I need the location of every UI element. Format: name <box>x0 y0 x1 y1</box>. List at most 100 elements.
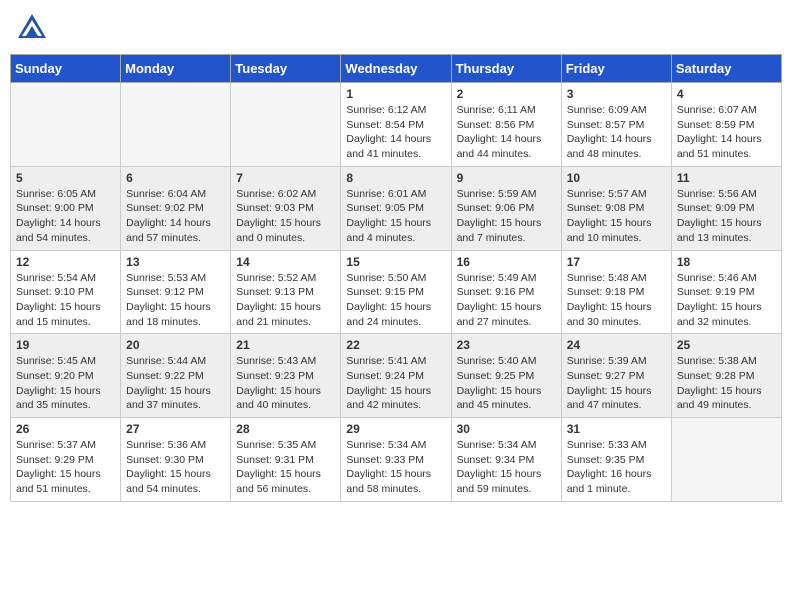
calendar-cell: 3 Sunrise: 6:09 AM Sunset: 8:57 PM Daylig… <box>561 83 671 167</box>
calendar-cell: 17 Sunrise: 5:48 AM Sunset: 9:18 PM Dayli… <box>561 250 671 334</box>
day-info: Sunrise: 5:52 AM Sunset: 9:13 PM Dayligh… <box>236 271 335 330</box>
day-number: 3 <box>567 87 666 101</box>
day-info: Sunrise: 5:33 AM Sunset: 9:35 PM Dayligh… <box>567 438 666 497</box>
calendar-cell: 6Sunrise: 6:04 AM Sunset: 9:02 PM Daylig… <box>121 166 231 250</box>
day-number: 18 <box>677 255 776 269</box>
column-header-thursday: Thursday <box>451 55 561 83</box>
day-number: 21 <box>236 338 335 352</box>
calendar-week-row: 26 Sunrise: 5:37 AM Sunset: 9:29 PM Dayli… <box>11 418 782 502</box>
day-number: 19 <box>16 338 115 352</box>
logo-icon <box>14 10 50 46</box>
calendar-cell: 4 Sunrise: 6:07 AM Sunset: 8:59 PM Daylig… <box>671 83 781 167</box>
day-info: Sunrise: 5:59 AM Sunset: 9:06 PM Dayligh… <box>457 187 556 246</box>
day-number: 10 <box>567 171 666 185</box>
day-info: Sunrise: 6:07 AM Sunset: 8:59 PM Dayligh… <box>677 103 776 162</box>
calendar-week-row: 12 Sunrise: 5:54 AM Sunset: 9:10 PM Dayli… <box>11 250 782 334</box>
calendar-cell: 27 Sunrise: 5:36 AM Sunset: 9:30 PM Dayli… <box>121 418 231 502</box>
day-info: Sunrise: 5:57 AM Sunset: 9:08 PM Dayligh… <box>567 187 666 246</box>
day-info: Sunrise: 5:34 AM Sunset: 9:34 PM Dayligh… <box>457 438 556 497</box>
day-info: Sunrise: 5:48 AM Sunset: 9:18 PM Dayligh… <box>567 271 666 330</box>
calendar-cell: 5Sunrise: 6:05 AM Sunset: 9:00 PM Daylig… <box>11 166 121 250</box>
day-number: 31 <box>567 422 666 436</box>
day-info: Sunrise: 6:09 AM Sunset: 8:57 PM Dayligh… <box>567 103 666 162</box>
calendar-week-row: 19 Sunrise: 5:45 AM Sunset: 9:20 PM Dayli… <box>11 334 782 418</box>
day-number: 16 <box>457 255 556 269</box>
calendar-cell <box>121 83 231 167</box>
column-header-friday: Friday <box>561 55 671 83</box>
calendar-cell: 29Sunrise: 5:34 AM Sunset: 9:33 PM Dayli… <box>341 418 451 502</box>
calendar-cell: 30 Sunrise: 5:34 AM Sunset: 9:34 PM Dayli… <box>451 418 561 502</box>
day-info: Sunrise: 5:45 AM Sunset: 9:20 PM Dayligh… <box>16 354 115 413</box>
day-info: Sunrise: 5:43 AM Sunset: 9:23 PM Dayligh… <box>236 354 335 413</box>
day-number: 4 <box>677 87 776 101</box>
day-number: 1 <box>346 87 445 101</box>
day-info: Sunrise: 5:54 AM Sunset: 9:10 PM Dayligh… <box>16 271 115 330</box>
calendar-cell: 13 Sunrise: 5:53 AM Sunset: 9:12 PM Dayli… <box>121 250 231 334</box>
calendar-table: SundayMondayTuesdayWednesdayThursdayFrid… <box>10 54 782 502</box>
calendar-cell <box>11 83 121 167</box>
day-number: 7 <box>236 171 335 185</box>
day-number: 2 <box>457 87 556 101</box>
calendar-cell: 10 Sunrise: 5:57 AM Sunset: 9:08 PM Dayli… <box>561 166 671 250</box>
day-info: Sunrise: 6:01 AM Sunset: 9:05 PM Dayligh… <box>346 187 445 246</box>
calendar-cell: 1 Sunrise: 6:12 AM Sunset: 8:54 PM Daylig… <box>341 83 451 167</box>
calendar-header-row: SundayMondayTuesdayWednesdayThursdayFrid… <box>11 55 782 83</box>
day-info: Sunrise: 5:53 AM Sunset: 9:12 PM Dayligh… <box>126 271 225 330</box>
day-number: 30 <box>457 422 556 436</box>
logo <box>14 10 54 46</box>
day-info: Sunrise: 5:39 AM Sunset: 9:27 PM Dayligh… <box>567 354 666 413</box>
day-info: Sunrise: 6:12 AM Sunset: 8:54 PM Dayligh… <box>346 103 445 162</box>
calendar-cell: 12 Sunrise: 5:54 AM Sunset: 9:10 PM Dayli… <box>11 250 121 334</box>
calendar-cell: 19 Sunrise: 5:45 AM Sunset: 9:20 PM Dayli… <box>11 334 121 418</box>
day-info: Sunrise: 6:11 AM Sunset: 8:56 PM Dayligh… <box>457 103 556 162</box>
day-number: 25 <box>677 338 776 352</box>
calendar-cell: 28Sunrise: 5:35 AM Sunset: 9:31 PM Dayli… <box>231 418 341 502</box>
day-number: 11 <box>677 171 776 185</box>
calendar-cell: 2 Sunrise: 6:11 AM Sunset: 8:56 PM Daylig… <box>451 83 561 167</box>
column-header-tuesday: Tuesday <box>231 55 341 83</box>
calendar-cell: 25 Sunrise: 5:38 AM Sunset: 9:28 PM Dayli… <box>671 334 781 418</box>
day-info: Sunrise: 5:34 AM Sunset: 9:33 PM Dayligh… <box>346 438 445 497</box>
day-info: Sunrise: 5:41 AM Sunset: 9:24 PM Dayligh… <box>346 354 445 413</box>
day-number: 20 <box>126 338 225 352</box>
day-info: Sunrise: 5:36 AM Sunset: 9:30 PM Dayligh… <box>126 438 225 497</box>
calendar-cell: 23Sunrise: 5:40 AM Sunset: 9:25 PM Dayli… <box>451 334 561 418</box>
calendar-cell: 24 Sunrise: 5:39 AM Sunset: 9:27 PM Dayli… <box>561 334 671 418</box>
calendar-cell: 14 Sunrise: 5:52 AM Sunset: 9:13 PM Dayli… <box>231 250 341 334</box>
day-info: Sunrise: 5:44 AM Sunset: 9:22 PM Dayligh… <box>126 354 225 413</box>
calendar-cell: 7Sunrise: 6:02 AM Sunset: 9:03 PM Daylig… <box>231 166 341 250</box>
day-number: 8 <box>346 171 445 185</box>
day-number: 27 <box>126 422 225 436</box>
calendar-week-row: 5Sunrise: 6:05 AM Sunset: 9:00 PM Daylig… <box>11 166 782 250</box>
day-number: 28 <box>236 422 335 436</box>
day-number: 22 <box>346 338 445 352</box>
column-header-monday: Monday <box>121 55 231 83</box>
day-number: 12 <box>16 255 115 269</box>
day-info: Sunrise: 5:37 AM Sunset: 9:29 PM Dayligh… <box>16 438 115 497</box>
calendar-cell: 8 Sunrise: 6:01 AM Sunset: 9:05 PM Daylig… <box>341 166 451 250</box>
calendar-cell: 22 Sunrise: 5:41 AM Sunset: 9:24 PM Dayli… <box>341 334 451 418</box>
day-number: 15 <box>346 255 445 269</box>
day-number: 6 <box>126 171 225 185</box>
calendar-cell: 16 Sunrise: 5:49 AM Sunset: 9:16 PM Dayli… <box>451 250 561 334</box>
day-info: Sunrise: 5:50 AM Sunset: 9:15 PM Dayligh… <box>346 271 445 330</box>
calendar-cell <box>671 418 781 502</box>
day-info: Sunrise: 5:38 AM Sunset: 9:28 PM Dayligh… <box>677 354 776 413</box>
day-info: Sunrise: 5:46 AM Sunset: 9:19 PM Dayligh… <box>677 271 776 330</box>
day-number: 14 <box>236 255 335 269</box>
day-info: Sunrise: 5:56 AM Sunset: 9:09 PM Dayligh… <box>677 187 776 246</box>
page-header <box>10 10 782 46</box>
day-number: 23 <box>457 338 556 352</box>
day-number: 24 <box>567 338 666 352</box>
column-header-wednesday: Wednesday <box>341 55 451 83</box>
calendar-cell: 31 Sunrise: 5:33 AM Sunset: 9:35 PM Dayli… <box>561 418 671 502</box>
calendar-cell: 15 Sunrise: 5:50 AM Sunset: 9:15 PM Dayli… <box>341 250 451 334</box>
calendar-cell: 21 Sunrise: 5:43 AM Sunset: 9:23 PM Dayli… <box>231 334 341 418</box>
calendar-cell <box>231 83 341 167</box>
day-number: 17 <box>567 255 666 269</box>
day-number: 26 <box>16 422 115 436</box>
day-number: 13 <box>126 255 225 269</box>
column-header-sunday: Sunday <box>11 55 121 83</box>
calendar-cell: 11 Sunrise: 5:56 AM Sunset: 9:09 PM Dayli… <box>671 166 781 250</box>
day-info: Sunrise: 5:49 AM Sunset: 9:16 PM Dayligh… <box>457 271 556 330</box>
